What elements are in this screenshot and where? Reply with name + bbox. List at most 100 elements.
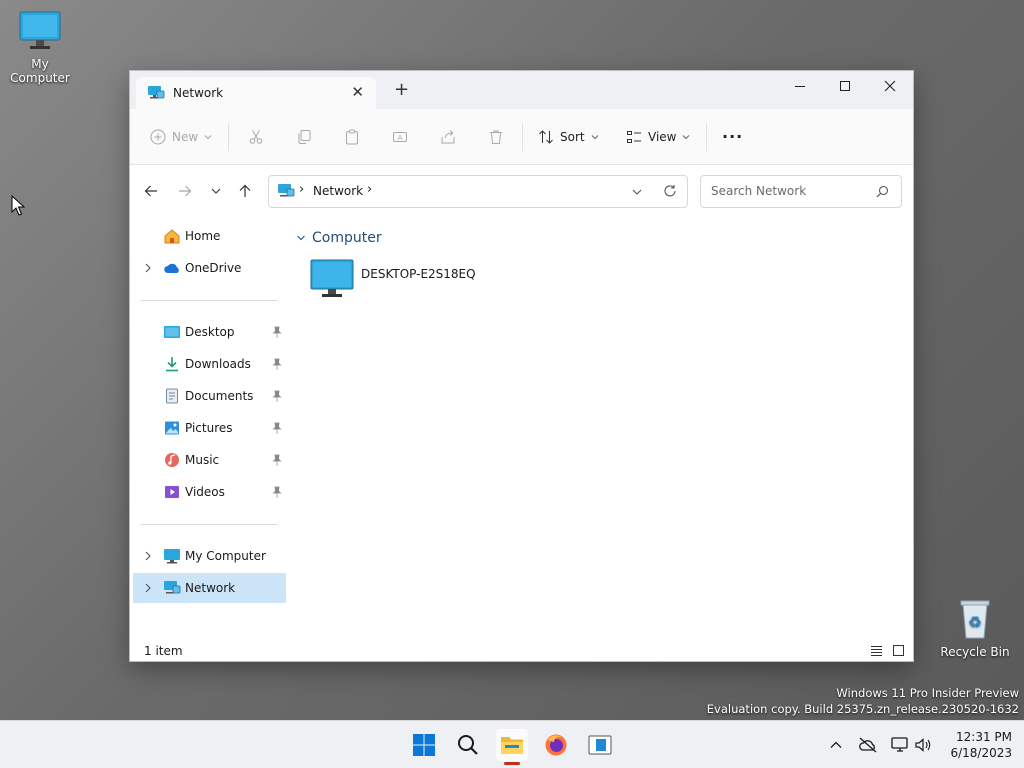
tab-network[interactable]: Network ✕ [136, 77, 376, 109]
sort-button-label: Sort [560, 129, 585, 144]
new-button[interactable]: New [150, 109, 212, 164]
network-icon [278, 184, 295, 197]
item-count: 1 item [144, 644, 183, 658]
new-tab-button[interactable]: + [394, 81, 409, 99]
refresh-icon[interactable] [663, 184, 677, 198]
title-bar[interactable]: Network ✕ + [130, 71, 913, 109]
minimize-button[interactable] [777, 71, 823, 101]
file-explorer-window: Network ✕ + New A Sort View ··· › Networ… [130, 71, 913, 661]
maximize-button[interactable] [822, 71, 868, 101]
maximize-icon [840, 81, 850, 91]
details-view-icon[interactable] [870, 644, 883, 657]
sidebar-item-downloads[interactable]: Downloads [133, 349, 286, 379]
videos-icon [165, 486, 179, 498]
desktop-icon-recycle-bin[interactable]: ♻ Recycle Bin [935, 596, 1015, 659]
pin-icon[interactable] [272, 486, 282, 498]
close-window-button[interactable] [867, 71, 913, 101]
plus-circle-icon [150, 129, 166, 144]
rename-button[interactable]: A [392, 109, 408, 164]
toolbar-divider [706, 123, 707, 151]
file-explorer-taskbar-button[interactable] [496, 729, 528, 765]
sidebar-item-label: Pictures [185, 421, 233, 435]
scissors-icon [249, 129, 263, 144]
search-box[interactable] [700, 175, 902, 208]
pin-icon[interactable] [272, 358, 282, 370]
chevron-down-icon [211, 188, 221, 194]
network-icon [164, 581, 181, 594]
cut-button[interactable] [248, 109, 264, 164]
sort-button[interactable]: Sort [538, 109, 599, 164]
close-icon [884, 80, 896, 92]
sidebar-item-music[interactable]: Music [133, 445, 286, 475]
volume-icon[interactable] [914, 736, 932, 754]
desktop-folder-icon [164, 326, 180, 338]
view-button[interactable]: View [626, 109, 690, 164]
search-icon [458, 735, 478, 755]
delete-button[interactable] [488, 109, 504, 164]
sidebar-item-home[interactable]: Home [133, 221, 286, 251]
computer-icon [310, 259, 354, 297]
back-button[interactable] [141, 181, 161, 201]
group-header-computer[interactable]: Computer [296, 230, 382, 246]
breadcrumb-separator[interactable]: › [299, 182, 304, 197]
network-status-icon[interactable] [890, 736, 910, 754]
sidebar-item-documents[interactable]: Documents [133, 381, 286, 411]
chevron-right-icon[interactable] [143, 582, 153, 594]
app-taskbar-button[interactable] [584, 729, 616, 761]
search-input[interactable] [709, 183, 873, 199]
breadcrumb-segment-network[interactable]: Network [313, 184, 363, 198]
navigation-pane: Home OneDrive Desktop Downloads Document… [130, 217, 288, 641]
sidebar-item-onedrive[interactable]: OneDrive [133, 253, 286, 283]
home-icon [164, 229, 180, 244]
sidebar-item-desktop[interactable]: Desktop [133, 317, 286, 347]
desktop-icon-my-computer[interactable]: My Computer [0, 10, 80, 85]
clock-date: 6/18/2023 [950, 746, 1012, 760]
pin-icon[interactable] [272, 422, 282, 434]
large-icons-view-icon[interactable] [892, 644, 905, 657]
sidebar-item-label: Documents [185, 389, 254, 403]
chevron-down-icon[interactable] [631, 186, 643, 198]
address-bar[interactable]: › Network › [268, 175, 688, 208]
toolbar-divider [522, 123, 523, 151]
sidebar-item-network[interactable]: Network [133, 573, 286, 603]
see-more-button[interactable]: ··· [722, 109, 743, 164]
breadcrumb-separator[interactable]: › [367, 182, 372, 197]
chevron-down-icon [204, 134, 212, 139]
sidebar-item-pictures[interactable]: Pictures [133, 413, 286, 443]
item-name: DESKTOP-E2S18EQ [361, 267, 476, 281]
arrow-left-icon [144, 185, 157, 197]
paste-button[interactable] [344, 109, 360, 164]
pin-icon[interactable] [272, 454, 282, 466]
share-icon [441, 129, 455, 143]
address-row: › Network › [130, 165, 913, 217]
firefox-taskbar-button[interactable] [540, 729, 572, 761]
download-icon [166, 357, 178, 372]
start-button[interactable] [408, 729, 440, 761]
search-button[interactable] [452, 729, 484, 761]
chevron-right-icon[interactable] [143, 262, 153, 274]
up-button[interactable] [235, 181, 255, 201]
list-item[interactable]: DESKTOP-E2S18EQ [310, 259, 490, 303]
close-tab-button[interactable]: ✕ [351, 83, 364, 101]
pin-icon[interactable] [272, 390, 282, 402]
sidebar-item-videos[interactable]: Videos [133, 477, 286, 507]
chevron-up-icon[interactable] [829, 738, 843, 752]
onedrive-offline-icon[interactable] [858, 736, 878, 754]
clock[interactable]: 12:31 PM 6/18/2023 [950, 729, 1012, 761]
trash-icon [490, 130, 502, 144]
share-button[interactable] [440, 109, 456, 164]
forward-button[interactable] [175, 181, 195, 201]
svg-text:A: A [398, 134, 403, 142]
pin-icon[interactable] [272, 326, 282, 338]
chevron-right-icon[interactable] [143, 550, 153, 562]
file-list[interactable]: Computer DESKTOP-E2S18EQ [290, 217, 913, 641]
sidebar-item-label: Home [185, 229, 221, 243]
sidebar-divider [140, 300, 278, 301]
recent-locations-button[interactable] [206, 181, 226, 201]
pictures-icon [165, 421, 179, 435]
copy-button[interactable] [296, 109, 312, 164]
svg-text:♻: ♻ [968, 613, 981, 631]
new-button-label: New [172, 129, 199, 144]
sidebar-item-my-computer[interactable]: My Computer [133, 541, 286, 571]
command-bar: New A Sort View ··· [130, 109, 913, 165]
